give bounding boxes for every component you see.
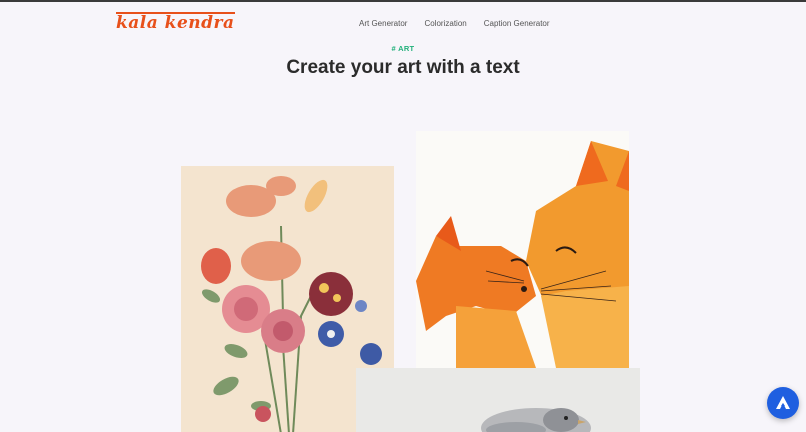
nav-colorization[interactable]: Colorization: [424, 19, 466, 28]
site-logo[interactable]: kala kendra: [116, 12, 235, 32]
artwork-bird-image: [356, 368, 640, 432]
nav-art-generator[interactable]: Art Generator: [359, 19, 407, 28]
nav-caption-generator[interactable]: Caption Generator: [484, 19, 550, 28]
artwork-foxes-image: [416, 131, 629, 368]
floating-app-button[interactable]: [767, 387, 799, 419]
app-logo-icon: [776, 396, 790, 409]
section-tag: # ART: [391, 44, 415, 53]
main-nav: Art Generator Colorization Caption Gener…: [359, 19, 567, 28]
page-title: Create your art with a text: [286, 57, 520, 78]
